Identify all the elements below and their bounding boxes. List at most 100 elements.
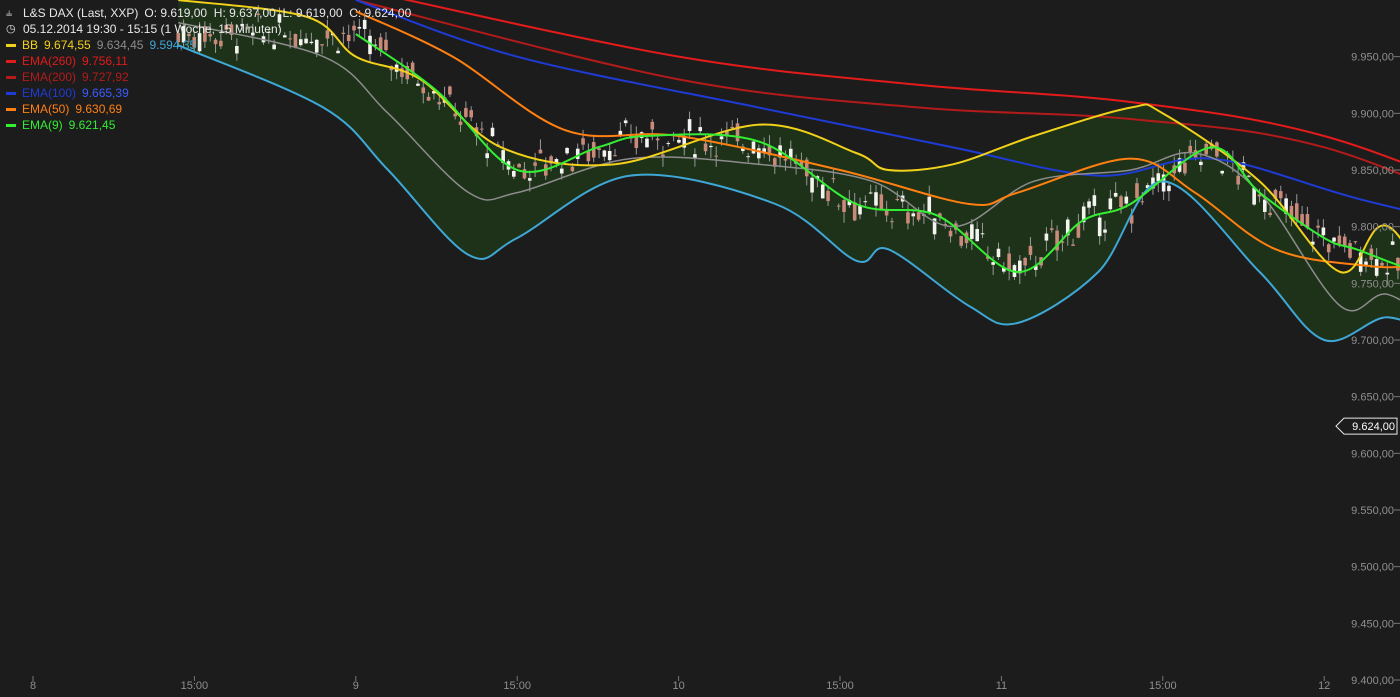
- legend-value: 9.727,92: [82, 70, 129, 84]
- ohlc-readout: O: 9.619,00 H: 9.637,00 L: 9.619,00 C: 9…: [144, 6, 412, 20]
- candle-up: [565, 147, 569, 154]
- candle-down: [783, 158, 788, 161]
- candle-up: [1097, 217, 1102, 237]
- candle-up: [602, 150, 607, 157]
- candle-down: [613, 155, 617, 157]
- candle-down: [1049, 228, 1054, 230]
- candle-up: [693, 154, 697, 159]
- candle-down: [714, 155, 719, 157]
- candle-down: [826, 190, 830, 202]
- candle-up: [1087, 201, 1091, 208]
- y-tick-label: 9.950,00: [1351, 52, 1394, 64]
- candle-down: [421, 87, 426, 94]
- candle-up: [1247, 175, 1251, 177]
- candle-down: [1353, 241, 1358, 243]
- candle-down: [570, 166, 575, 172]
- legend-value: 9.665,39: [82, 86, 129, 100]
- candle-up: [820, 184, 825, 199]
- candle-down: [1380, 262, 1384, 266]
- candle-down: [1294, 203, 1299, 221]
- legend-label: EMA(50): [22, 102, 70, 116]
- y-tick-label: 9.700,00: [1351, 335, 1394, 347]
- clock-icon: ◷: [6, 23, 16, 35]
- candle-up: [607, 150, 612, 161]
- candle-down: [1342, 236, 1347, 246]
- candle-down: [464, 108, 468, 117]
- candle-up: [1390, 241, 1395, 245]
- y-axis: 9.400,00 9.450,00 9.500,00 9.550,00 9.600,00…: [1335, 52, 1400, 687]
- candle-down: [469, 110, 474, 118]
- x-tick-label: 9: [353, 680, 359, 692]
- y-tick-label: 9.600,00: [1351, 448, 1394, 460]
- candle-up: [490, 127, 495, 137]
- candle-down: [1183, 162, 1187, 174]
- candle-up: [1113, 192, 1118, 197]
- candle-down: [884, 210, 889, 216]
- candle-up: [1252, 187, 1256, 205]
- candle-up: [512, 170, 516, 177]
- candle-up: [1044, 233, 1049, 241]
- legend-period-row: ◷ 05.12.2014 19:30 - 15:15 (1 Woche, 15 …: [6, 21, 411, 37]
- legend-value: 9.630,69: [75, 102, 123, 116]
- x-tick-label: 10: [672, 680, 684, 692]
- candle-down: [650, 121, 655, 130]
- legend-label: BB: [22, 38, 39, 52]
- candle-up: [975, 229, 979, 242]
- candle-down: [1316, 225, 1320, 228]
- candle-down: [959, 236, 964, 246]
- candle-down: [1071, 244, 1075, 246]
- candle-up: [810, 177, 814, 193]
- candle-down: [1028, 245, 1033, 255]
- y-tick-label: 9.500,00: [1351, 562, 1394, 574]
- y-tick-label: 9.900,00: [1351, 108, 1394, 120]
- legend-label: EMA(9): [22, 118, 63, 132]
- candle-down: [836, 205, 841, 207]
- candle-down: [1007, 253, 1011, 271]
- candle-down: [1023, 257, 1027, 266]
- candle-down: [906, 212, 910, 224]
- candle-up: [1092, 195, 1097, 206]
- candle-down: [480, 128, 484, 130]
- y-tick-label: 9.850,00: [1351, 165, 1394, 177]
- x-tick-label: 15:00: [181, 680, 209, 692]
- legend-swatch: [6, 75, 16, 79]
- candle-up: [874, 192, 878, 206]
- x-tick-label: 11: [996, 680, 1007, 692]
- last-price-label: 9.624,00: [1352, 421, 1395, 433]
- chart-legend: ⫨ L&S DAX (Last, XXP) O: 9.619,00 H: 9.6…: [6, 5, 411, 133]
- candle-up: [927, 196, 932, 214]
- x-tick-label: 15:00: [826, 680, 854, 692]
- candle-down: [533, 162, 537, 166]
- candle-up: [751, 141, 756, 154]
- candle-down: [948, 230, 953, 237]
- legend-value: 9.621,45: [68, 118, 116, 132]
- candle-up: [485, 153, 489, 159]
- candle-down: [916, 212, 921, 220]
- candle-down: [895, 199, 900, 201]
- candle-down: [1140, 201, 1145, 203]
- candle-up: [1220, 170, 1224, 174]
- candle-down: [1119, 196, 1123, 208]
- candle-down: [842, 200, 846, 213]
- candle-up: [1103, 229, 1107, 233]
- candle-up: [863, 201, 868, 203]
- legend-label: EMA(100): [22, 86, 77, 100]
- candle-down: [1268, 212, 1272, 216]
- candle-down: [437, 102, 442, 105]
- candle-up: [1124, 196, 1129, 204]
- candle-up: [687, 119, 692, 131]
- candle-up: [709, 145, 713, 148]
- candle-down: [448, 86, 452, 95]
- candle-up: [559, 168, 564, 174]
- legend-value: 9.674,55: [44, 38, 91, 52]
- legend-title-row: ⫨ L&S DAX (Last, XXP) O: 9.619,00 H: 9.6…: [6, 5, 411, 21]
- x-tick-label: 15:00: [503, 680, 531, 692]
- legend-value: 9.756,11: [82, 54, 128, 68]
- legend-label: EMA(260): [22, 54, 77, 68]
- candle-down: [655, 138, 660, 141]
- instrument-title: L&S DAX (Last, XXP): [23, 6, 139, 20]
- candle-down: [890, 221, 894, 223]
- candle-up: [623, 120, 628, 124]
- legend-item-ema-9: EMA(9) 9.621,45: [6, 117, 411, 133]
- candle-down: [426, 96, 431, 101]
